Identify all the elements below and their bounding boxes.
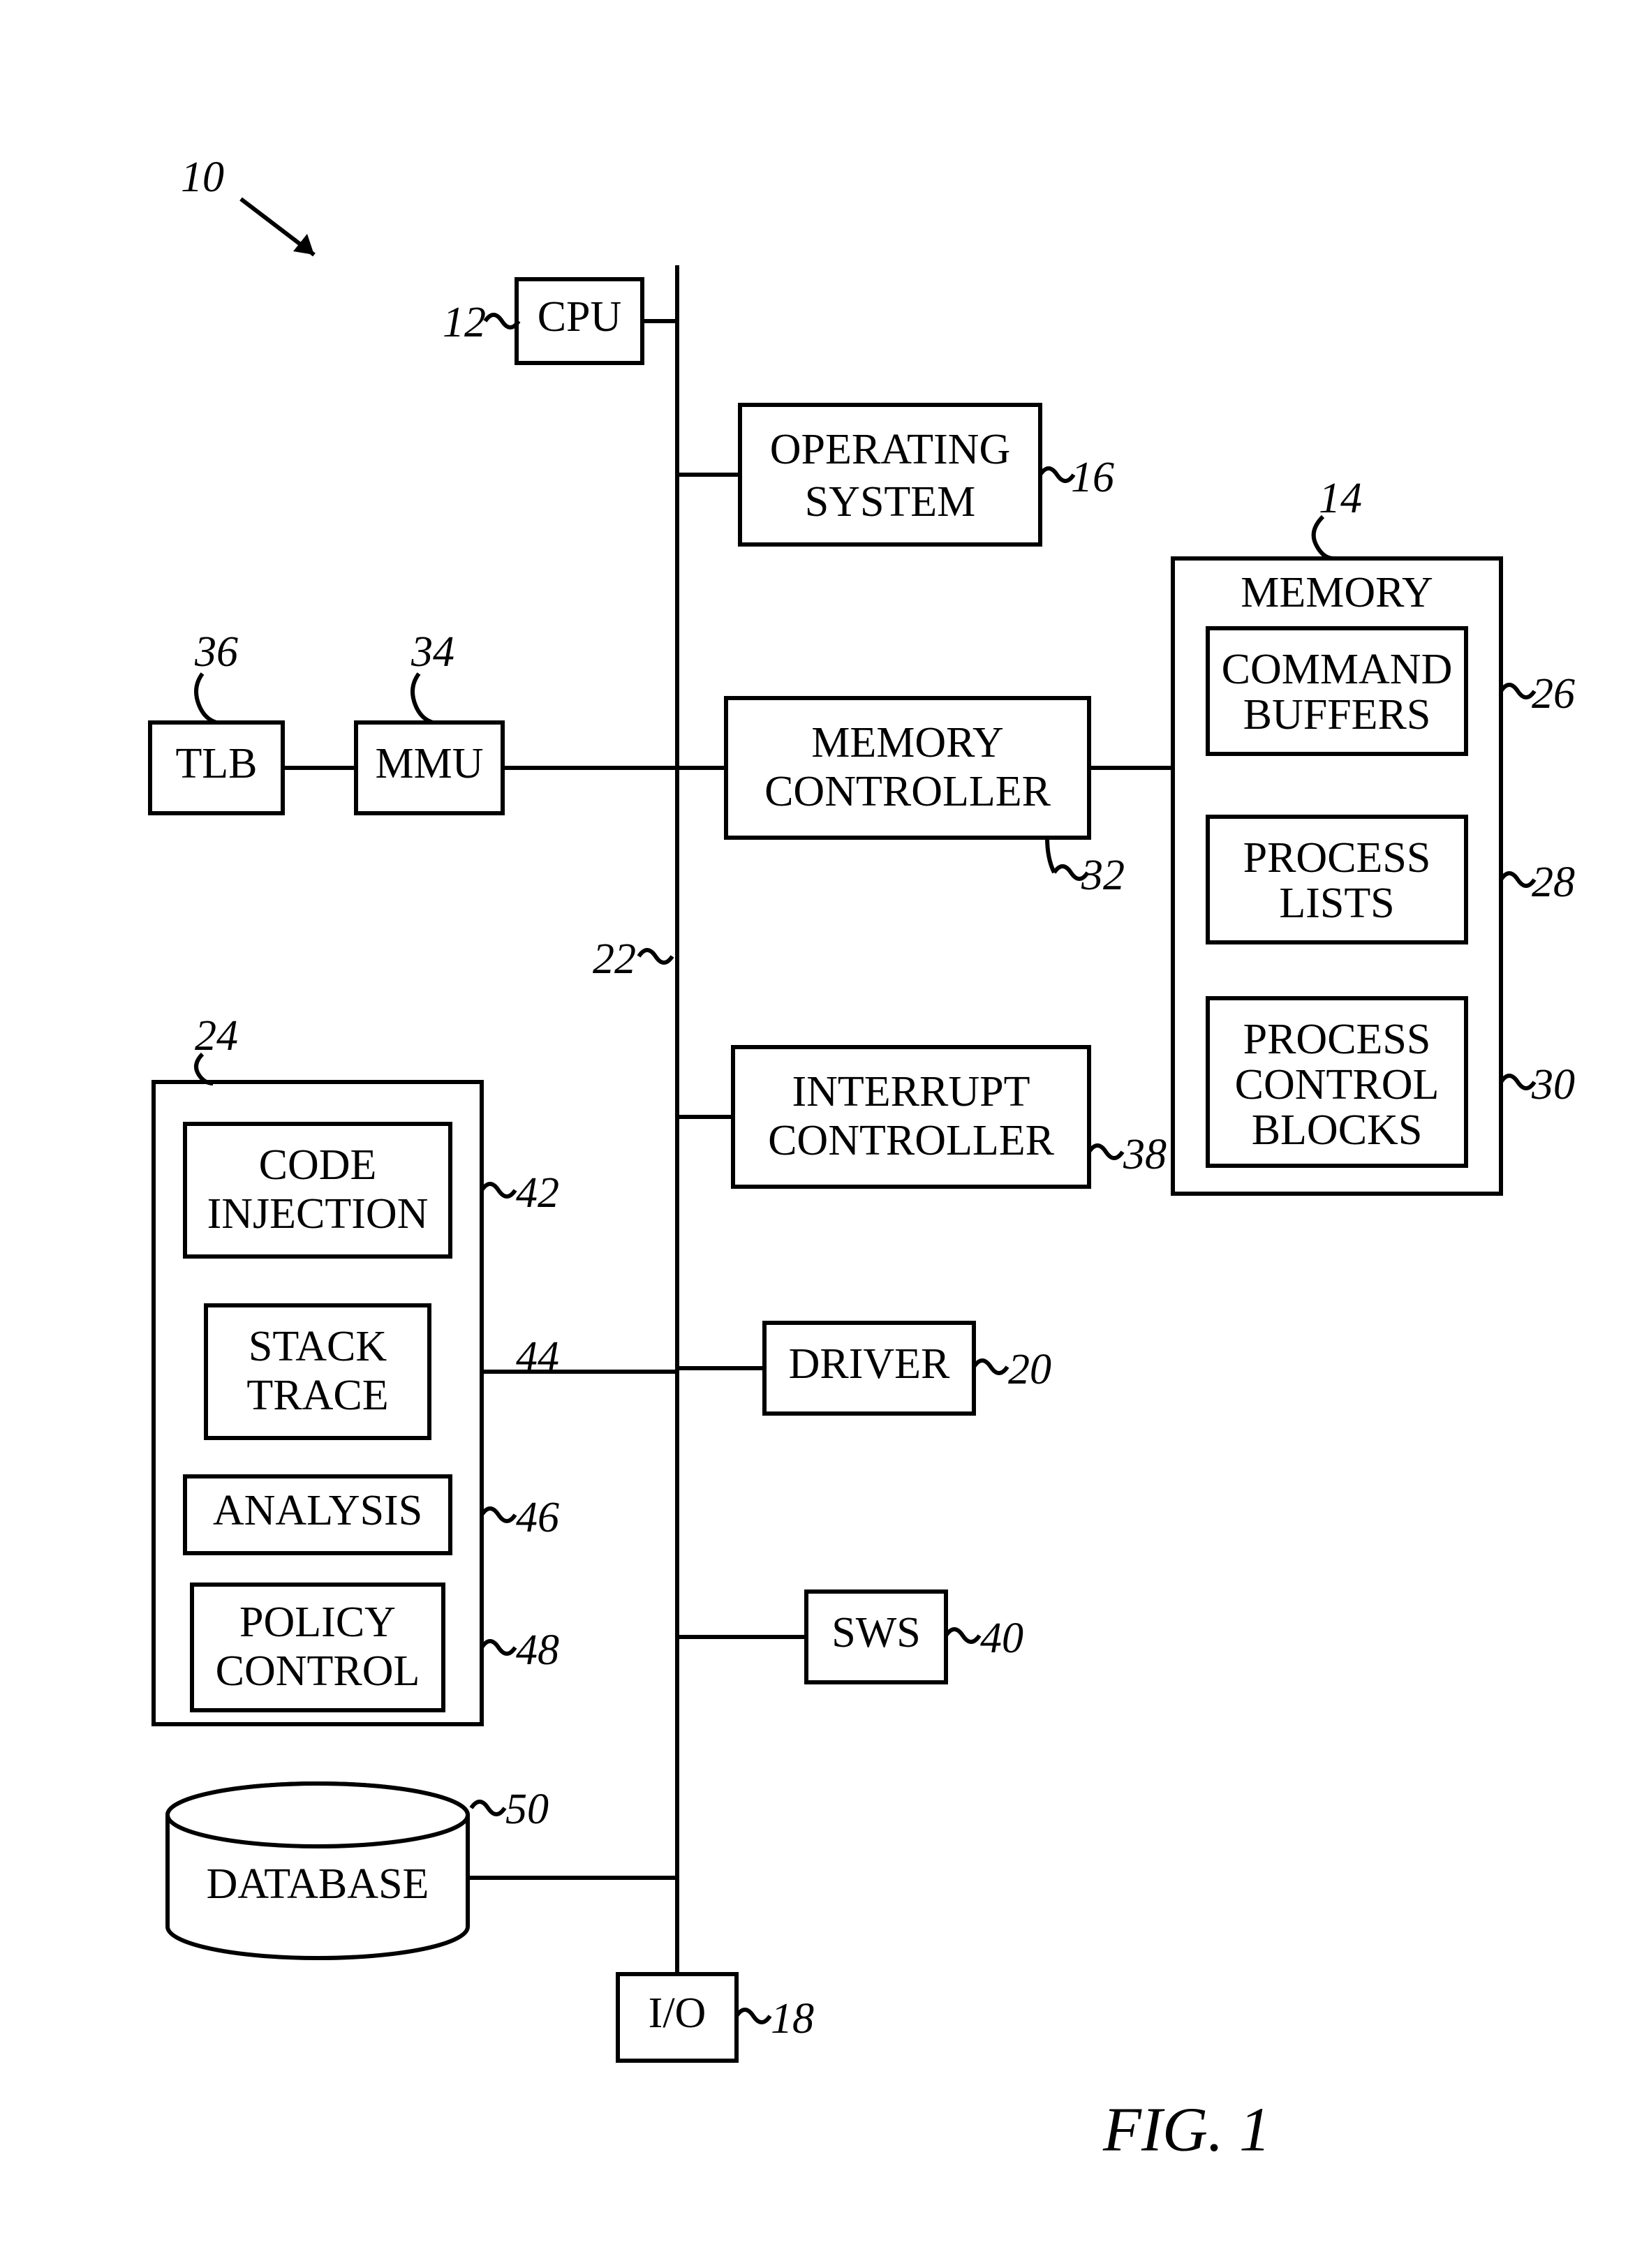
db-ref-lead bbox=[471, 1802, 505, 1814]
codeinj-block: CODE INJECTION bbox=[185, 1124, 450, 1257]
stktrace-label1: STACK bbox=[249, 1323, 387, 1370]
driver-block: DRIVER bbox=[764, 1323, 974, 1414]
intctl-ref-lead bbox=[1089, 1146, 1123, 1158]
mmu-ref: 34 bbox=[410, 628, 454, 676]
memctl-ref-lead2 bbox=[1047, 838, 1054, 873]
cmdbuf-ref: 26 bbox=[1532, 670, 1575, 718]
cmdbuf-ref-lead bbox=[1501, 685, 1534, 697]
analysis-ref: 46 bbox=[516, 1494, 559, 1541]
overall-ref: 10 bbox=[181, 154, 224, 201]
memctl-label2: CONTROLLER bbox=[764, 768, 1051, 815]
policy-label1: POLICY bbox=[239, 1599, 396, 1646]
stktrace-label2: TRACE bbox=[246, 1372, 388, 1419]
diagram-canvas: 10 CPU 12 OPERATING SYSTEM 16 MEMORY 14 … bbox=[0, 0, 1635, 2268]
tlb-ref-lead bbox=[196, 674, 216, 722]
os-ref: 16 bbox=[1071, 454, 1114, 501]
io-block: I/O bbox=[618, 1974, 737, 2061]
intctl-label2: CONTROLLER bbox=[768, 1117, 1055, 1164]
policy-label2: CONTROL bbox=[216, 1647, 420, 1695]
stktrace-block: STACK TRACE bbox=[206, 1305, 429, 1438]
os-ref-lead bbox=[1040, 468, 1074, 481]
pcb-label2: CONTROL bbox=[1235, 1061, 1440, 1109]
stktrace-ref: 44 bbox=[516, 1333, 559, 1381]
codeinj-label1: CODE bbox=[259, 1141, 377, 1189]
sws-block: SWS bbox=[806, 1592, 946, 1682]
sws-ref: 40 bbox=[980, 1615, 1023, 1662]
module-ref: 24 bbox=[195, 1012, 238, 1060]
driver-ref-lead bbox=[974, 1361, 1007, 1373]
os-label2: SYSTEM bbox=[805, 478, 976, 526]
intctl-block: INTERRUPT CONTROLLER bbox=[733, 1047, 1089, 1187]
codeinj-label2: INJECTION bbox=[207, 1190, 429, 1238]
db-ref: 50 bbox=[505, 1786, 549, 1833]
io-ref: 18 bbox=[771, 1995, 814, 2043]
sws-ref-lead bbox=[946, 1629, 979, 1642]
mmu-label: MMU bbox=[375, 740, 483, 787]
driver-label: DRIVER bbox=[789, 1340, 950, 1388]
cmdbuf-label2: BUFFERS bbox=[1243, 691, 1431, 739]
cmdbuf-block: COMMAND BUFFERS bbox=[1208, 628, 1466, 754]
driver-ref: 20 bbox=[1008, 1346, 1051, 1393]
plist-label2: LISTS bbox=[1279, 880, 1394, 927]
cpu-block: CPU bbox=[517, 279, 642, 363]
codeinj-ref-lead bbox=[482, 1184, 515, 1196]
bus-ref: 22 bbox=[593, 935, 636, 983]
memctl-label1: MEMORY bbox=[811, 719, 1004, 766]
intctl-label1: INTERRUPT bbox=[792, 1068, 1030, 1116]
intctl-ref: 38 bbox=[1123, 1131, 1167, 1178]
memory-title: MEMORY bbox=[1241, 569, 1433, 616]
policy-block: POLICY CONTROL bbox=[192, 1585, 443, 1710]
os-block: OPERATING SYSTEM bbox=[740, 405, 1040, 544]
io-label: I/O bbox=[649, 1989, 706, 2037]
mmu-ref-lead bbox=[413, 674, 433, 722]
figure-caption: FIG. 1 bbox=[1102, 2096, 1271, 2165]
pcb-ref-lead bbox=[1501, 1076, 1534, 1088]
db-label: DATABASE bbox=[207, 1860, 429, 1908]
tlb-block: TLB bbox=[150, 722, 283, 813]
cpu-label: CPU bbox=[538, 293, 622, 341]
analysis-ref-lead bbox=[482, 1509, 515, 1521]
memory-ref-lead bbox=[1314, 517, 1333, 558]
analysis-label: ANALYSIS bbox=[213, 1487, 422, 1534]
tlb-label: TLB bbox=[175, 740, 257, 787]
memctl-block: MEMORY CONTROLLER bbox=[726, 698, 1089, 838]
mmu-block: MMU bbox=[356, 722, 503, 813]
plist-ref: 28 bbox=[1532, 859, 1575, 906]
io-ref-lead bbox=[737, 2010, 770, 2022]
overall-ref-arrow-head bbox=[293, 234, 314, 255]
plist-block: PROCESS LISTS bbox=[1208, 817, 1466, 942]
analysis-block: ANALYSIS bbox=[185, 1476, 450, 1553]
pcb-block: PROCESS CONTROL BLOCKS bbox=[1208, 998, 1466, 1166]
policy-ref-lead bbox=[482, 1641, 515, 1654]
policy-ref: 48 bbox=[516, 1626, 559, 1674]
bus-ref-lead bbox=[639, 950, 672, 963]
sws-label: SWS bbox=[831, 1609, 920, 1656]
cmdbuf-label1: COMMAND bbox=[1222, 646, 1453, 693]
db-block: DATABASE bbox=[168, 1784, 468, 1958]
pcb-ref: 30 bbox=[1531, 1061, 1575, 1109]
cpu-ref: 12 bbox=[443, 299, 486, 346]
plist-ref-lead bbox=[1501, 873, 1534, 886]
tlb-ref: 36 bbox=[194, 628, 238, 676]
memory-ref: 14 bbox=[1319, 475, 1362, 522]
plist-label1: PROCESS bbox=[1243, 834, 1431, 882]
os-label1: OPERATING bbox=[770, 426, 1010, 473]
pcb-label3: BLOCKS bbox=[1252, 1106, 1423, 1154]
codeinj-ref: 42 bbox=[516, 1169, 559, 1217]
cpu-ref-lead bbox=[485, 315, 519, 327]
pcb-label1: PROCESS bbox=[1243, 1016, 1431, 1063]
